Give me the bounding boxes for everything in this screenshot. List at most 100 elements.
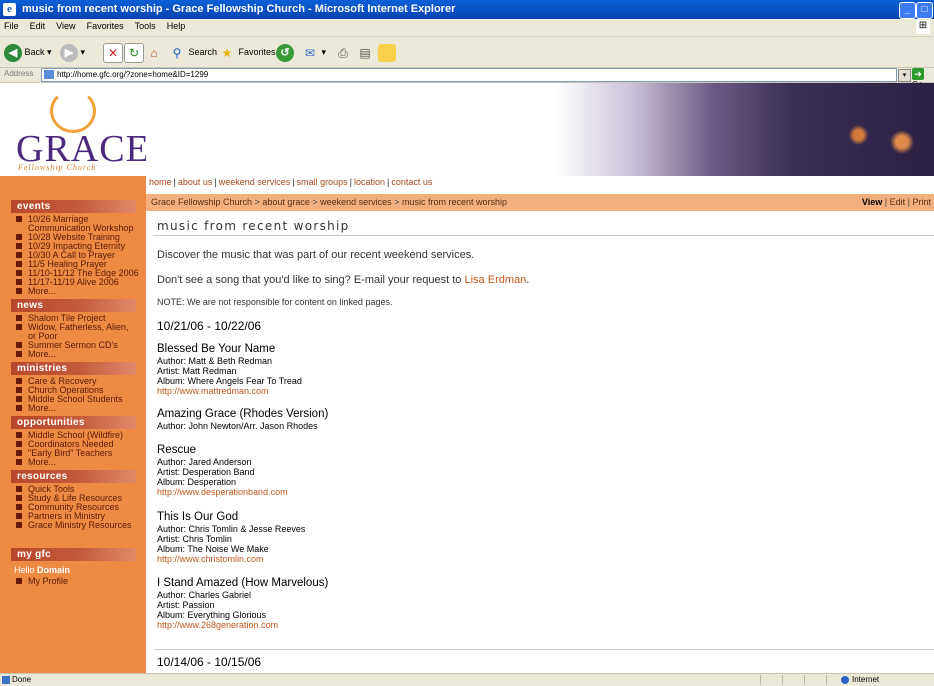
refresh-button[interactable]: ↻ bbox=[124, 42, 144, 63]
main-content: music from recent worship Discover the m… bbox=[146, 211, 934, 673]
sidebar-item-my-profile[interactable]: My Profile bbox=[16, 577, 146, 586]
page-viewport: GRACE Fellowship Church home | about us | we… bbox=[0, 83, 934, 673]
song-title: I Stand Amazed (How Marvelous) bbox=[157, 577, 329, 589]
print-button[interactable]: ⎙ bbox=[334, 42, 352, 62]
menu-help[interactable]: Help bbox=[163, 19, 190, 31]
breadcrumb: Grace Fellowship Church > about grace > … bbox=[146, 194, 934, 211]
note-text: NOTE: We are not responsible for content… bbox=[157, 297, 393, 307]
address-bar: Address http://home.gfc.org/?zone=home&I… bbox=[0, 68, 934, 89]
search-button[interactable]: ⚲ Search bbox=[168, 42, 217, 62]
nav-home[interactable]: home bbox=[149, 177, 172, 187]
history-button[interactable]: ↺ bbox=[276, 42, 294, 62]
address-label: Address bbox=[4, 69, 34, 78]
back-arrow-icon: ◀ bbox=[4, 43, 22, 62]
ministries-list: Care & Recovery Church Operations Middle… bbox=[16, 377, 146, 413]
print-link[interactable]: Print bbox=[912, 197, 931, 207]
edit-link[interactable]: Edit bbox=[890, 197, 906, 207]
song-title: Blessed Be Your Name bbox=[157, 343, 276, 355]
song-link[interactable]: http://www.mattredman.com bbox=[157, 386, 302, 396]
song-title: Amazing Grace (Rhodes Version) bbox=[157, 408, 329, 420]
menu-view[interactable]: View bbox=[52, 19, 79, 31]
sidebar-item[interactable]: Grace Ministry Resources bbox=[16, 521, 146, 530]
song-entry: Amazing Grace (Rhodes Version) Author: J… bbox=[157, 408, 329, 431]
sidebar: events 10/26 Marriage Communication Work… bbox=[0, 189, 146, 673]
page-actions: View | Edit | Print bbox=[861, 197, 931, 207]
nav-small-groups[interactable]: small groups bbox=[297, 177, 348, 187]
nav-about-us[interactable]: about us bbox=[178, 177, 213, 187]
sidebar-heading-events: events bbox=[11, 200, 136, 213]
history-icon: ↺ bbox=[276, 43, 294, 62]
sidebar-heading-my-gfc: my gfc bbox=[11, 548, 136, 561]
edit-page-button[interactable]: ▤ bbox=[356, 42, 374, 62]
logo-subtitle: Fellowship Church bbox=[18, 163, 97, 172]
security-zone: Internet bbox=[841, 674, 879, 686]
globe-icon bbox=[841, 675, 849, 684]
lisa-erdman-link[interactable]: Lisa Erdman bbox=[465, 274, 527, 286]
header-photo bbox=[146, 83, 934, 176]
title-divider bbox=[153, 235, 934, 236]
service-date: 10/14/06 - 10/15/06 bbox=[157, 655, 262, 669]
song-entry: I Stand Amazed (How Marvelous) Author: C… bbox=[157, 577, 329, 630]
favorites-button[interactable]: ★ Favorites bbox=[218, 42, 276, 62]
forward-button[interactable]: ▶ ▾ bbox=[60, 42, 85, 62]
page-icon bbox=[44, 70, 54, 80]
address-input[interactable]: http://home.gfc.org/?zone=home&ID=1299 bbox=[41, 68, 897, 82]
breadcrumb-about[interactable]: about grace bbox=[262, 197, 310, 207]
nav-contact-us[interactable]: contact us bbox=[391, 177, 432, 187]
top-navigation: home | about us | weekend services | small gro… bbox=[146, 176, 934, 189]
site-logo[interactable]: GRACE Fellowship Church bbox=[0, 83, 149, 176]
print-icon: ⎙ bbox=[338, 45, 348, 60]
events-list: 10/26 Marriage Communication Workshop 10… bbox=[16, 215, 146, 296]
song-entry: Blessed Be Your Name Author: Matt & Beth… bbox=[157, 343, 302, 396]
menu-file[interactable]: File bbox=[0, 19, 23, 31]
song-entry: This Is Our God Author: Chris Tomlin & J… bbox=[157, 511, 306, 564]
status-bar: Done Internet bbox=[0, 673, 934, 686]
menu-favorites[interactable]: Favorites bbox=[83, 19, 128, 31]
menu-tools[interactable]: Tools bbox=[131, 19, 160, 31]
sidebar-heading-resources: resources bbox=[11, 470, 136, 483]
star-icon: ★ bbox=[221, 45, 233, 60]
status-text: Done bbox=[12, 675, 32, 684]
sidebar-item-more[interactable]: More... bbox=[16, 404, 146, 413]
sidebar-heading-opportunities: opportunities bbox=[11, 416, 136, 429]
hello-user: Hello Domain bbox=[14, 565, 71, 575]
song-link[interactable]: http://www.268generation.com bbox=[157, 620, 328, 630]
breadcrumb-home[interactable]: Grace Fellowship Church bbox=[151, 197, 252, 207]
nav-location[interactable]: location bbox=[354, 177, 385, 187]
opportunities-list: Middle School (Wildfire) Coordinators Ne… bbox=[16, 431, 146, 467]
mail-button[interactable]: ✉ ▾ bbox=[301, 42, 326, 62]
ie-icon: e bbox=[3, 3, 16, 16]
minimize-icon[interactable]: _ bbox=[899, 2, 916, 19]
home-icon: ⌂ bbox=[150, 45, 158, 60]
song-title: This Is Our God bbox=[157, 511, 239, 523]
song-link[interactable]: http://www.desperationband.com bbox=[157, 487, 288, 497]
forward-arrow-icon: ▶ bbox=[60, 43, 78, 62]
sidebar-item-more[interactable]: More... bbox=[16, 350, 146, 359]
song-title: Rescue bbox=[157, 444, 196, 456]
menu-edit[interactable]: Edit bbox=[26, 19, 50, 31]
mail-icon: ✉ bbox=[304, 45, 316, 60]
window-title: music from recent worship - Grace Fellow… bbox=[22, 3, 456, 15]
stage-lights bbox=[786, 93, 934, 163]
folder-button[interactable]: ▮ bbox=[378, 42, 396, 62]
sidebar-heading-news: news bbox=[11, 299, 136, 312]
page-done-icon bbox=[2, 676, 10, 684]
home-button[interactable]: ⌂ bbox=[145, 42, 163, 62]
resources-list: Quick Tools Study & Life Resources Commu… bbox=[16, 485, 146, 530]
stop-icon: ✕ bbox=[103, 42, 123, 63]
back-button[interactable]: ◀ Back ▾ bbox=[4, 42, 52, 62]
view-link[interactable]: View bbox=[862, 197, 882, 207]
nav-weekend-services[interactable]: weekend services bbox=[219, 177, 291, 187]
request-text: Don't see a song that you'd like to sing… bbox=[157, 274, 530, 286]
stop-button[interactable]: ✕ bbox=[103, 42, 123, 63]
sidebar-heading-ministries: ministries bbox=[11, 362, 136, 375]
my-gfc-list: My Profile bbox=[16, 577, 146, 586]
sidebar-item-more[interactable]: More... bbox=[16, 458, 146, 467]
song-link[interactable]: http://www.christomlin.com bbox=[157, 554, 305, 564]
sidebar-item-more[interactable]: More... bbox=[16, 287, 146, 296]
breadcrumb-weekend[interactable]: weekend services bbox=[320, 197, 392, 207]
windows-flag-icon: ⊞ bbox=[916, 20, 930, 34]
maximize-icon[interactable]: □ bbox=[916, 2, 933, 19]
toolbar: ◀ Back ▾ ▶ ▾ ✕ ↻ ⌂ ⚲ Search ★ Favorites … bbox=[0, 37, 934, 68]
address-dropdown-icon[interactable]: ▾ bbox=[898, 69, 911, 82]
